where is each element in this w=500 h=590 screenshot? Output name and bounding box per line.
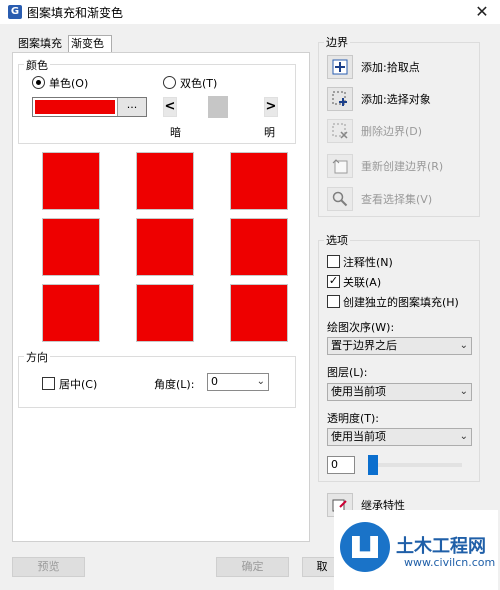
- chevron-down-icon: ⌄: [459, 386, 468, 397]
- gradient-swatch-8[interactable]: [136, 284, 194, 342]
- remove-boundaries-button[interactable]: [327, 119, 353, 143]
- transparency-dropdown[interactable]: 使用当前项 ⌄: [327, 428, 472, 446]
- gradient-swatch-9[interactable]: [230, 284, 288, 342]
- remove-boundaries-label: 删除边界(D): [361, 125, 423, 138]
- two-color-radio[interactable]: [163, 76, 176, 89]
- chevron-down-icon: ⌄: [459, 340, 468, 351]
- draw-order-value: 置于边界之后: [331, 339, 397, 352]
- tab-hatch[interactable]: 图案填充: [16, 36, 68, 52]
- transparency-number: 0: [331, 458, 338, 471]
- gradient-swatch-4[interactable]: [42, 218, 100, 276]
- gradient-swatch-1[interactable]: [42, 152, 100, 210]
- color-group-label: 颜色: [24, 57, 50, 73]
- gradient-swatch-3[interactable]: [230, 152, 288, 210]
- transparency-value: 使用当前项: [331, 430, 386, 443]
- pick-points-button[interactable]: [327, 55, 353, 79]
- two-color-label: 双色(T): [180, 77, 218, 90]
- transparency-label: 透明度(T):: [327, 412, 380, 425]
- transparency-number-input[interactable]: 0: [327, 456, 355, 474]
- associative-checkbox[interactable]: ✓: [327, 275, 340, 288]
- associative-label: 关联(A): [343, 276, 382, 289]
- layer-label: 图层(L):: [327, 366, 368, 379]
- boundaries-group-label: 边界: [324, 34, 350, 50]
- transparency-slider-thumb[interactable]: [368, 455, 378, 475]
- layer-value: 使用当前项: [331, 385, 386, 398]
- select-objects-label: 添加:选择对象: [361, 93, 431, 106]
- pick-points-label: 添加:拾取点: [361, 61, 420, 74]
- gradient-swatch-7[interactable]: [42, 284, 100, 342]
- recreate-boundary-button[interactable]: [327, 154, 353, 178]
- transparency-slider-track: [368, 463, 462, 467]
- color-preview-swatch: [35, 100, 115, 114]
- gradient-swatch-6[interactable]: [230, 218, 288, 276]
- gradient-swatch-2[interactable]: [136, 152, 194, 210]
- annotative-checkbox[interactable]: [327, 255, 340, 268]
- annotative-label: 注释性(N): [343, 256, 393, 269]
- tab-gradient[interactable]: 渐变色: [68, 35, 112, 53]
- view-selections-label: 查看选择集(V): [361, 193, 433, 206]
- watermark: 土木工程网 www.civilcn.com: [334, 510, 498, 590]
- centered-label: 居中(C): [59, 378, 98, 391]
- color-selector[interactable]: ...: [32, 97, 147, 117]
- layer-dropdown[interactable]: 使用当前项 ⌄: [327, 383, 472, 401]
- single-color-label: 单色(O): [49, 77, 89, 90]
- shade-tint-slider[interactable]: [208, 96, 228, 118]
- recreate-boundary-icon: [332, 159, 348, 174]
- chevron-down-icon: ⌄: [459, 431, 468, 442]
- draw-order-label: 绘图次序(W):: [327, 321, 395, 334]
- centered-checkbox[interactable]: [42, 377, 55, 390]
- orientation-group-label: 方向: [24, 349, 50, 365]
- pick-points-icon: [332, 59, 348, 75]
- draw-order-dropdown[interactable]: 置于边界之后 ⌄: [327, 337, 472, 355]
- app-logo-icon: G: [8, 5, 22, 19]
- angle-label: 角度(L):: [154, 378, 195, 391]
- select-objects-button[interactable]: [327, 87, 353, 111]
- separate-hatches-checkbox[interactable]: [327, 295, 340, 308]
- angle-value: 0: [211, 375, 218, 388]
- light-label: 明: [264, 126, 275, 139]
- dark-label: 暗: [170, 126, 181, 139]
- window-title: 图案填充和渐变色: [27, 6, 124, 20]
- browse-color-button[interactable]: ...: [117, 98, 146, 116]
- gradient-swatch-5[interactable]: [136, 218, 194, 276]
- preview-button[interactable]: 预览: [12, 557, 85, 577]
- single-color-radio[interactable]: [32, 76, 45, 89]
- view-selections-button[interactable]: [327, 187, 353, 211]
- ok-button[interactable]: 确定: [216, 557, 289, 577]
- watermark-title: 土木工程网: [396, 536, 486, 557]
- shade-left-arrow-icon[interactable]: <: [163, 97, 177, 117]
- select-objects-icon: [332, 91, 347, 106]
- options-group-label: 选项: [324, 232, 350, 248]
- remove-boundaries-icon: [332, 123, 348, 139]
- chevron-down-icon: ⌄: [256, 376, 265, 387]
- watermark-logo-icon: [340, 522, 390, 572]
- close-icon[interactable]: ✕: [470, 1, 494, 23]
- angle-dropdown[interactable]: 0 ⌄: [207, 373, 269, 391]
- recreate-boundary-label: 重新创建边界(R): [361, 160, 444, 173]
- watermark-url: www.civilcn.com: [404, 556, 496, 569]
- shade-right-arrow-icon[interactable]: >: [264, 97, 278, 117]
- separate-hatches-label: 创建独立的图案填充(H): [343, 296, 459, 309]
- view-selections-icon: [332, 191, 348, 207]
